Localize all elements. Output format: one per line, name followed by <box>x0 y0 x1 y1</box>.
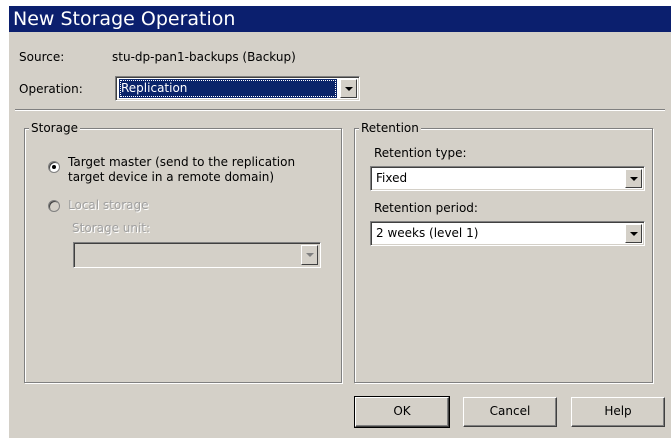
help-button[interactable]: Help <box>571 397 665 427</box>
operation-select[interactable]: Replication <box>115 76 360 101</box>
storage-unit-select[interactable] <box>73 242 321 268</box>
target-master-label-line1[interactable]: Target master (send to the replication <box>68 155 295 169</box>
retention-group-legend: Retention <box>359 121 421 135</box>
cancel-button[interactable]: Cancel <box>463 397 557 427</box>
retention-period-dropdown-button[interactable] <box>625 224 642 243</box>
source-label: Source: <box>19 50 65 64</box>
retention-period-label: Retention period: <box>374 201 478 215</box>
chevron-down-icon <box>344 86 353 91</box>
local-storage-radio[interactable] <box>48 200 60 212</box>
separator <box>15 109 665 111</box>
target-master-label-line2[interactable]: target device in a remote domain) <box>68 170 274 184</box>
dialog-title: New Storage Operation <box>9 6 671 32</box>
ok-button[interactable]: OK <box>354 396 450 428</box>
target-master-radio[interactable] <box>48 161 60 173</box>
source-value: stu-dp-pan1-backups (Backup) <box>112 50 296 64</box>
operation-label: Operation: <box>19 82 83 96</box>
retention-type-dropdown-button[interactable] <box>625 169 642 188</box>
retention-period-select-value: 2 weeks (level 1) <box>376 226 479 240</box>
storage-group-legend: Storage <box>29 121 80 135</box>
retention-type-select-value: Fixed <box>376 171 408 185</box>
radio-selected-dot <box>52 165 56 169</box>
new-storage-operation-dialog: New Storage Operation Source: stu-dp-pan… <box>8 6 671 438</box>
chevron-down-icon <box>629 176 638 181</box>
retention-period-select[interactable]: 2 weeks (level 1) <box>370 221 645 246</box>
storage-group: Storage Target master (send to the repli… <box>24 121 342 383</box>
storage-unit-label: Storage unit: <box>72 221 151 235</box>
chevron-down-icon <box>629 231 638 236</box>
chevron-down-icon <box>305 253 314 257</box>
retention-type-label: Retention type: <box>374 146 467 160</box>
retention-group: Retention Retention type: Fixed Retentio… <box>354 121 653 383</box>
retention-type-select[interactable]: Fixed <box>370 166 645 191</box>
operation-dropdown-button[interactable] <box>340 79 357 98</box>
operation-select-value: Replication <box>119 79 337 98</box>
local-storage-label[interactable]: Local storage <box>68 198 149 212</box>
storage-unit-select-value <box>77 245 298 265</box>
storage-unit-dropdown-button[interactable] <box>301 245 318 265</box>
